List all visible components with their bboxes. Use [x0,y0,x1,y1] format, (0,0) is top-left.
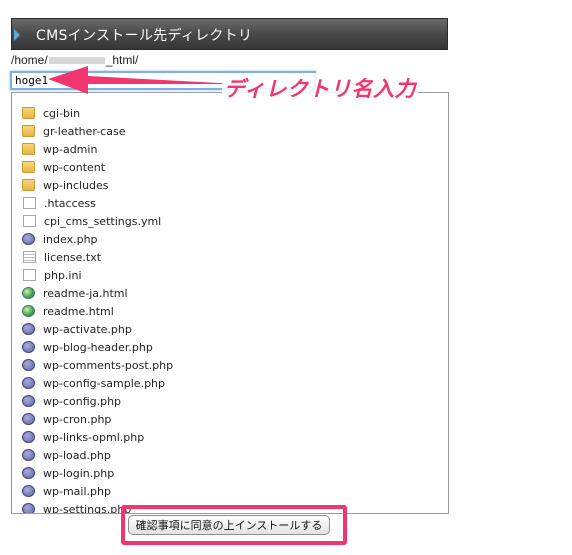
file-name: wp-links-opml.php [43,431,145,444]
file-list-item[interactable]: gr-leather-case [22,123,448,141]
file-name: readme-ja.html [43,287,128,300]
file-name: wp-admin [43,143,98,156]
php-icon [22,431,35,443]
file-name: index.php [43,233,98,246]
file-name: wp-config.php [43,395,122,408]
file-name: wp-content [43,161,106,174]
file-list-item[interactable]: readme-ja.html [22,285,448,303]
file-name: wp-login.php [43,467,115,480]
php-icon [22,395,35,407]
file-list-item[interactable]: wp-comments-post.php [22,357,448,375]
file-list-item[interactable]: wp-load.php [22,447,448,465]
file-list-item[interactable]: license.txt [22,249,448,267]
file-name: wp-config-sample.php [43,377,166,390]
file-list-item[interactable]: index.php [22,231,448,249]
file-list: cgi-bin gr-leather-case wp-admin wp-content… [12,93,448,514]
file-name: readme.html [43,305,114,318]
php-icon [22,233,35,245]
path-prefix: /home/ [11,53,48,67]
file-list-item[interactable]: wp-config.php [22,393,448,411]
file-icon [23,197,36,209]
file-name: wp-includes [43,179,109,192]
file-list-item[interactable]: wp-content [22,159,448,177]
folder-icon [22,107,35,119]
annotation-label: ディレクトリ名入力 [222,73,419,103]
file-name: wp-mail.php [43,485,111,498]
file-list-item[interactable]: wp-mail.php [22,483,448,501]
file-name: wp-settings.php [43,503,132,514]
install-submit-button[interactable]: 確認事項に同意の上インストールする [128,515,330,535]
file-name: wp-blog-header.php [43,341,153,354]
file-name: wp-load.php [43,449,111,462]
file-list-item[interactable]: wp-blog-header.php [22,339,448,357]
php-icon [22,359,35,371]
file-name: wp-activate.php [43,323,132,336]
file-list-item[interactable]: readme.html [22,303,448,321]
file-list-item[interactable]: cpi_cms_settings.yml [22,213,448,231]
file-list-item[interactable]: wp-activate.php [22,321,448,339]
php-icon [22,467,35,479]
php-icon [22,485,35,497]
file-name: wp-comments-post.php [43,359,174,372]
php-icon [22,341,35,353]
file-name: php.ini [44,269,82,282]
php-icon [22,377,35,389]
file-list-item[interactable]: wp-includes [22,177,448,195]
file-name: gr-leather-case [43,125,126,138]
file-list-item[interactable]: cgi-bin [22,105,448,123]
php-icon [22,323,35,335]
file-name: wp-cron.php [43,413,112,426]
file-icon [23,269,36,281]
directory-listing[interactable]: cgi-bin gr-leather-case wp-admin wp-content… [11,92,449,514]
file-name: cgi-bin [43,107,81,120]
php-icon [22,413,35,425]
text-file-icon [23,251,36,263]
annotation-arrow-icon [48,66,238,94]
php-icon [22,449,35,461]
file-name: license.txt [44,251,102,264]
folder-icon [22,161,35,173]
file-list-item[interactable]: wp-admin [22,141,448,159]
file-list-item[interactable]: .htaccess [22,195,448,213]
section-header: CMSインストール先ディレクトリ [11,18,448,50]
file-icon [23,215,36,227]
php-icon [22,503,35,513]
file-list-item[interactable]: php.ini [22,267,448,285]
file-name: .htaccess [44,197,96,210]
section-marker-icon [14,29,20,41]
html-icon [22,305,35,317]
html-icon [22,287,35,299]
folder-icon [22,125,35,137]
folder-icon [22,179,35,191]
section-title: CMSインストール先ディレクトリ [36,28,253,44]
file-list-item[interactable]: wp-cron.php [22,411,448,429]
folder-icon [22,143,35,155]
file-list-item[interactable]: wp-login.php [22,465,448,483]
file-list-item[interactable]: wp-links-opml.php [22,429,448,447]
file-name: cpi_cms_settings.yml [44,215,162,228]
file-list-item[interactable]: wp-config-sample.php [22,375,448,393]
